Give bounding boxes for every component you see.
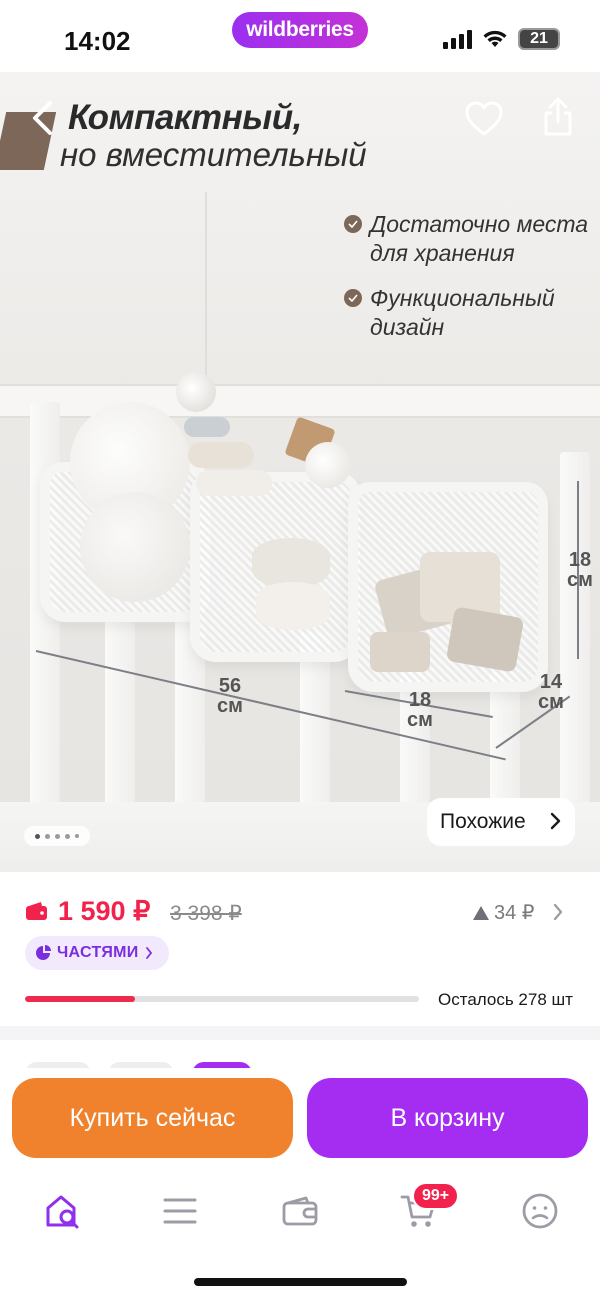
brand-logo[interactable]: wildberries: [232, 12, 368, 48]
installments-button[interactable]: ЧАСТЯМИ: [25, 936, 169, 970]
chevron-right-icon: [145, 947, 152, 959]
price-change[interactable]: 34 ₽: [472, 900, 535, 925]
stacking-toy-top: [176, 372, 216, 412]
similar-label: Похожие: [440, 810, 526, 833]
similar-button[interactable]: Похожие: [427, 798, 575, 846]
action-bar: Купить сейчас В корзину: [0, 1068, 600, 1174]
pie-chart-icon: [36, 945, 51, 960]
dimension-width-value: 56: [218, 675, 242, 697]
dimension-depth: 14 см: [531, 672, 571, 712]
price-card: 1 590 ₽ 3 398 ₽ 34 ₽ ЧАСТЯМИ Осталось 27…: [0, 872, 600, 1026]
menu-icon: [163, 1198, 197, 1224]
headline-secondary: но вместительный: [60, 136, 367, 173]
status-bar: 14:02 wildberries 21: [0, 0, 600, 72]
wallet-icon: [282, 1196, 318, 1226]
dimension-pocket: 18 см: [400, 690, 440, 730]
dimension-width: 56 см: [210, 676, 250, 716]
pagination-dot[interactable]: [45, 833, 50, 839]
installments-label: ЧАСТЯМИ: [57, 944, 139, 961]
toilet-roll: [252, 538, 330, 588]
pagination-dot[interactable]: [35, 833, 40, 839]
battery-icon: 21: [518, 28, 560, 50]
wooden-block: [445, 606, 525, 673]
dimension-depth-value: 14: [539, 671, 563, 693]
feature-text: Достаточно места для хранения: [370, 211, 589, 266]
tab-home[interactable]: [40, 1188, 86, 1234]
share-button[interactable]: [540, 96, 580, 140]
chevron-left-icon: [33, 101, 52, 135]
crib-top-rail: [0, 384, 600, 418]
chevron-right-icon: [550, 812, 561, 830]
wooden-block: [370, 632, 430, 672]
tab-bar: 99+: [0, 1174, 600, 1297]
status-time: 14:02: [64, 26, 131, 56]
add-to-cart-button[interactable]: В корзину: [307, 1078, 588, 1158]
feature-item: Достаточно места для хранения: [344, 210, 588, 268]
old-price: 3 398 ₽: [170, 902, 242, 925]
gallery-pagination[interactable]: [24, 826, 90, 846]
pagination-dot[interactable]: [65, 833, 70, 839]
cart-badge: 99+: [412, 1182, 460, 1210]
buy-now-button[interactable]: Купить сейчас: [12, 1078, 293, 1158]
dimension-height-value: 18: [568, 549, 592, 571]
status-icons: 21: [443, 28, 560, 50]
current-price: 1 590 ₽: [58, 896, 151, 926]
dimension-depth-unit: см: [538, 691, 564, 713]
tab-wallet[interactable]: [277, 1188, 323, 1234]
check-icon: [344, 289, 362, 307]
pagination-dot[interactable]: [55, 833, 60, 839]
stacking-ring: [196, 470, 272, 496]
check-icon: [344, 215, 362, 233]
stacking-ring: [184, 417, 230, 437]
wifi-icon: [483, 30, 507, 47]
favorite-button[interactable]: [464, 100, 504, 140]
tab-catalog[interactable]: [157, 1188, 203, 1234]
stock-progress-bar: [25, 996, 419, 1002]
stacking-ring: [188, 442, 254, 468]
bear-toy: [305, 442, 351, 488]
dimension-pocket-unit: см: [407, 709, 433, 731]
feature-text: Функциональный дизайн: [370, 285, 555, 340]
triangle-up-icon: [473, 905, 489, 920]
stock-remaining: Осталось 278 шт: [438, 990, 573, 1009]
heart-icon: [465, 101, 503, 136]
signal-icon: [443, 29, 472, 49]
chevron-right-icon[interactable]: [552, 902, 564, 922]
home-indicator[interactable]: [194, 1278, 407, 1286]
dimension-height-unit: см: [567, 569, 593, 591]
tab-profile[interactable]: [517, 1188, 563, 1234]
share-icon: [544, 97, 572, 136]
home-search-icon: [46, 1195, 79, 1229]
back-button[interactable]: [22, 98, 62, 138]
dimension-pocket-value: 18: [408, 689, 432, 711]
price-change-value: 34 ₽: [494, 902, 535, 924]
product-gallery[interactable]: 18 см 56 см 18 см 14 см Компактный, но в…: [0, 72, 600, 872]
toilet-roll: [256, 582, 330, 630]
wallet-price-icon: [26, 902, 47, 920]
stock-progress-fill: [25, 996, 136, 1002]
plush-bunny-body: [80, 492, 190, 602]
feature-item: Функциональный дизайн: [344, 284, 555, 342]
profile-icon: [522, 1193, 558, 1229]
dimension-width-unit: см: [217, 695, 243, 717]
battery-level: 21: [520, 30, 558, 48]
headline-primary: Компактный,: [68, 98, 302, 137]
pagination-dot[interactable]: [75, 834, 79, 838]
section-gap: [0, 1026, 600, 1040]
dimension-height: 18 см: [560, 550, 600, 590]
wall-divider: [205, 192, 207, 402]
